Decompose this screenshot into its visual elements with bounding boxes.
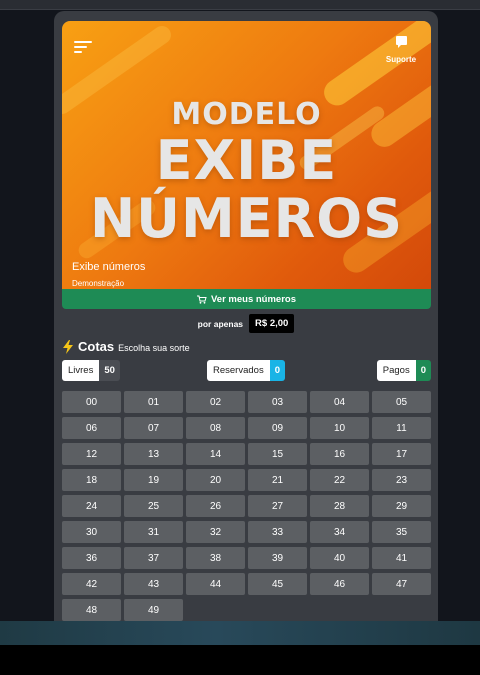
cart-icon: [196, 295, 207, 304]
number-grid: 00 01 02 03 04 05 06 07 08 09 10 11 12 13 14 15 16 17 18 19…: [62, 391, 431, 621]
number-tile[interactable]: 20: [186, 469, 245, 491]
browser-top-bar: [0, 0, 480, 10]
price-row: por apenas R$ 2,00: [54, 314, 438, 333]
number-tile[interactable]: 36: [62, 547, 121, 569]
number-tile[interactable]: 24: [62, 495, 121, 517]
number-tile[interactable]: 42: [62, 573, 121, 595]
number-tile[interactable]: 18: [62, 469, 121, 491]
number-tile[interactable]: 43: [124, 573, 183, 595]
number-tile[interactable]: 39: [248, 547, 307, 569]
number-tile[interactable]: 04: [310, 391, 369, 413]
hero-line-1: MODELO: [171, 97, 322, 132]
cotas-subtitle: Escolha sua sorte: [118, 343, 190, 353]
filter-reservados-count: 0: [269, 360, 285, 381]
number-tile[interactable]: 09: [248, 417, 307, 439]
number-tile[interactable]: 11: [372, 417, 431, 439]
number-tile[interactable]: 45: [248, 573, 307, 595]
filter-livres-count: 50: [99, 360, 120, 381]
number-tile[interactable]: 01: [124, 391, 183, 413]
number-tile[interactable]: 22: [310, 469, 369, 491]
menu-icon[interactable]: [74, 41, 92, 55]
number-tile[interactable]: 12: [62, 443, 121, 465]
view-my-numbers-button[interactable]: Ver meus números: [62, 289, 431, 309]
number-tile[interactable]: 21: [248, 469, 307, 491]
filter-pagos-label: Pagos: [376, 360, 416, 381]
number-tile[interactable]: 28: [310, 495, 369, 517]
number-tile[interactable]: 08: [186, 417, 245, 439]
number-tile[interactable]: 46: [310, 573, 369, 595]
number-tile[interactable]: 23: [372, 469, 431, 491]
status-filters: Livres 50 Reservados 0 Pagos 0: [62, 360, 431, 381]
number-tile[interactable]: 48: [62, 599, 121, 621]
number-tile[interactable]: 14: [186, 443, 245, 465]
number-tile[interactable]: 05: [372, 391, 431, 413]
number-tile[interactable]: 31: [124, 521, 183, 543]
number-tile[interactable]: 33: [248, 521, 307, 543]
hero-banner: Suporte MODELO EXIBE NÚMEROS Exibe númer…: [62, 21, 431, 301]
support-label: Suporte: [385, 55, 417, 64]
number-tile[interactable]: 17: [372, 443, 431, 465]
product-subtitle: Demonstração: [72, 279, 125, 288]
bottom-banner-strip: [0, 621, 480, 645]
number-tile[interactable]: 27: [248, 495, 307, 517]
number-tile[interactable]: 16: [310, 443, 369, 465]
number-tile[interactable]: 15: [248, 443, 307, 465]
filter-reservados-label: Reservados: [207, 360, 270, 381]
cotas-header: Cotas Escolha sua sorte: [62, 339, 190, 354]
number-tile[interactable]: 13: [124, 443, 183, 465]
number-tile[interactable]: 37: [124, 547, 183, 569]
number-tile[interactable]: 49: [124, 599, 183, 621]
number-tile[interactable]: 44: [186, 573, 245, 595]
hero-line-3: NÚMEROS: [89, 187, 404, 250]
number-tile[interactable]: 03: [248, 391, 307, 413]
number-tile[interactable]: 47: [372, 573, 431, 595]
product-title: Exibe números: [72, 261, 146, 273]
number-tile[interactable]: 00: [62, 391, 121, 413]
number-tile[interactable]: 34: [310, 521, 369, 543]
bottom-bar: [0, 645, 480, 675]
number-tile[interactable]: 41: [372, 547, 431, 569]
number-tile[interactable]: 32: [186, 521, 245, 543]
number-tile[interactable]: 25: [124, 495, 183, 517]
filter-pagos-count: 0: [415, 360, 431, 381]
number-tile[interactable]: 19: [124, 469, 183, 491]
number-tile[interactable]: 35: [372, 521, 431, 543]
filter-livres[interactable]: Livres 50: [62, 360, 120, 381]
number-tile[interactable]: 30: [62, 521, 121, 543]
filter-pagos[interactable]: Pagos 0: [376, 360, 431, 381]
number-tile[interactable]: 38: [186, 547, 245, 569]
support-button[interactable]: Suporte: [381, 36, 421, 66]
bolt-icon: [63, 339, 73, 354]
view-my-numbers-label: Ver meus números: [210, 293, 296, 305]
chat-icon: [395, 36, 407, 48]
number-tile[interactable]: 10: [310, 417, 369, 439]
number-tile[interactable]: 06: [62, 417, 121, 439]
number-tile[interactable]: 29: [372, 495, 431, 517]
filter-livres-label: Livres: [62, 360, 100, 381]
number-tile[interactable]: 02: [186, 391, 245, 413]
cotas-title: Cotas: [78, 339, 115, 354]
filter-reservados[interactable]: Reservados 0: [207, 360, 285, 381]
raffle-card: Suporte MODELO EXIBE NÚMEROS Exibe númer…: [54, 11, 438, 621]
number-tile[interactable]: 07: [124, 417, 183, 439]
number-tile[interactable]: 26: [186, 495, 245, 517]
price-label: por apenas: [197, 318, 244, 329]
number-tile[interactable]: 40: [310, 547, 369, 569]
hero-line-2: EXIBE: [155, 129, 338, 192]
price-value: R$ 2,00: [249, 314, 295, 333]
